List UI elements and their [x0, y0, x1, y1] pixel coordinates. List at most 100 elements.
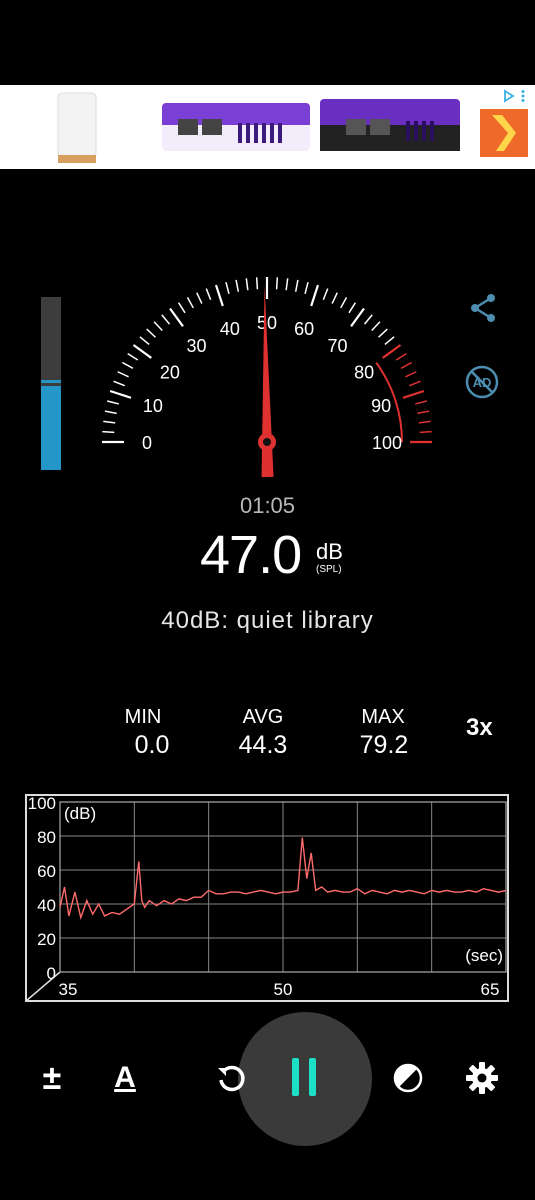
- gauge-tick-label: 40: [220, 319, 240, 339]
- chart-x-tick-label: 50: [274, 980, 293, 999]
- gauge-tick: [132, 344, 152, 359]
- gauge-tick: [405, 371, 417, 378]
- gauge-tick: [417, 410, 430, 415]
- chart-y-tick-label: 0: [47, 964, 56, 983]
- gauge-tick: [275, 277, 279, 290]
- spl-label: (SPL): [316, 564, 342, 575]
- gauge-tick: [402, 389, 425, 399]
- gauge-tick: [310, 284, 320, 307]
- gauge-tick: [127, 352, 139, 361]
- elapsed-timer: 01:05: [239, 493, 296, 518]
- db-unit-label: dB: [316, 539, 343, 564]
- gauge-tick: [177, 302, 186, 314]
- gauge-tick: [285, 278, 289, 291]
- ad-choices-icon[interactable]: [503, 89, 527, 103]
- gauge-tick: [348, 302, 357, 314]
- chart-y-tick-label: 40: [37, 896, 56, 915]
- gauge-tick-label: 60: [294, 319, 314, 339]
- gauge-tick: [186, 297, 194, 309]
- chart-x-axis-label: (sec): [465, 946, 503, 965]
- calibrate-button[interactable]: ±: [32, 1058, 72, 1098]
- gauge-tick-label: 80: [354, 362, 374, 382]
- gauge-tick: [104, 410, 117, 415]
- level-bar-fill: [41, 386, 61, 470]
- gauge-tick: [255, 277, 259, 290]
- gauge-tick: [294, 279, 299, 292]
- gauge-tick: [225, 281, 230, 294]
- ad-banner[interactable]: [0, 85, 535, 169]
- remove-ads-icon[interactable]: AD: [464, 364, 500, 400]
- gauge-tick: [408, 380, 421, 387]
- gauge-needle-hub-center: [263, 438, 271, 446]
- gauge-tick: [102, 430, 115, 434]
- gauge-tick: [196, 292, 203, 304]
- gauge-tick: [395, 352, 407, 361]
- gauge-tick: [331, 292, 338, 304]
- settings-icon: [466, 1062, 498, 1094]
- gauge-tick-label: 100: [372, 433, 402, 453]
- avg-label: AVG: [242, 706, 284, 728]
- chart-frame: [25, 794, 509, 1002]
- gauge-tick-label: 90: [371, 396, 391, 416]
- a-weighting-icon: A: [114, 1061, 136, 1094]
- gauge-tick: [214, 284, 224, 307]
- gauge-tick: [371, 321, 381, 331]
- max-value: 79.2: [359, 731, 409, 759]
- gauge-tick-label: 30: [186, 336, 206, 356]
- gauge-tick: [378, 328, 388, 338]
- weighting-button[interactable]: A: [105, 1058, 145, 1098]
- min-value: 0.0: [134, 731, 170, 759]
- chart-y-tick-label: 100: [28, 794, 56, 813]
- share-icon[interactable]: [467, 292, 499, 324]
- gauge-tick: [109, 389, 132, 399]
- gauge-tick: [122, 361, 134, 369]
- ad-product-router[interactable]: [0, 85, 155, 169]
- avg-value: 44.3: [238, 731, 288, 759]
- gauge-tick: [106, 400, 119, 405]
- gauge-tick-label: 10: [143, 396, 163, 416]
- settings-button[interactable]: [462, 1058, 502, 1098]
- level-bar-peak-mark: [41, 380, 61, 383]
- gauge-tick: [153, 321, 163, 331]
- gauge-tick: [113, 380, 126, 387]
- gauge-tick: [363, 314, 373, 325]
- gauge-tick: [161, 314, 171, 325]
- gauge-tick: [382, 344, 402, 359]
- gauge-tick: [146, 328, 156, 338]
- gauge-tick: [384, 336, 395, 346]
- gauge-tick: [117, 371, 129, 378]
- gauge-tick: [169, 307, 184, 327]
- gauge-tick: [235, 279, 240, 292]
- theme-icon: [393, 1063, 423, 1093]
- gauge-tick: [304, 281, 309, 294]
- gauge-tick-label: 20: [160, 362, 180, 382]
- reset-button[interactable]: [211, 1058, 251, 1098]
- ad-product-gateway-purple[interactable]: [158, 85, 313, 169]
- chart-y-tick-label: 80: [37, 828, 56, 847]
- gauge-tick: [205, 288, 212, 301]
- gauge-tick: [103, 420, 116, 424]
- current-db-value: 47.0: [200, 525, 302, 585]
- history-chart: 100 80 60 40 20 035 50 65 (dB) (sec): [25, 794, 509, 1002]
- chart-x-tick-label: 65: [481, 980, 500, 999]
- theme-button[interactable]: [388, 1058, 428, 1098]
- gauge-tick-label: 70: [328, 336, 348, 356]
- gauge-tick: [322, 288, 329, 301]
- gauge-tick: [350, 307, 365, 327]
- max-label: MAX: [361, 706, 405, 728]
- gauge-tick: [245, 278, 249, 291]
- gauge-tick: [419, 430, 432, 434]
- ad-product-gateway-black[interactable]: [316, 85, 471, 169]
- min-label: MIN: [124, 706, 162, 728]
- reset-icon: [218, 1065, 245, 1092]
- time-scale-button[interactable]: 3x: [466, 714, 493, 742]
- sound-gauge: 0 10 20 30 40 50 60 70 80 90 100: [102, 277, 432, 478]
- gauge-tick-label: 0: [142, 433, 152, 453]
- pause-icon-wrap[interactable]: [284, 1057, 324, 1097]
- chart-y-tick-label: 60: [37, 862, 56, 881]
- chart-y-axis-label: (dB): [64, 804, 96, 823]
- gauge-tick-label: 50: [257, 313, 277, 333]
- gauge-tick: [415, 400, 428, 405]
- gauge-tick: [340, 297, 348, 309]
- gauge-tick: [400, 361, 412, 369]
